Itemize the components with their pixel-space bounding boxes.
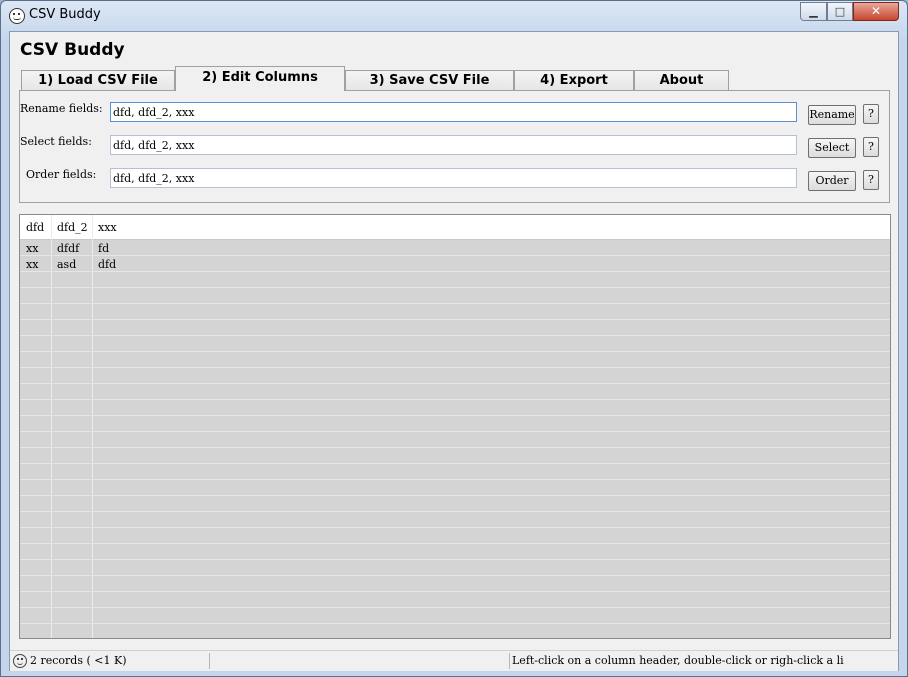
table-cell[interactable]: fd [98, 242, 109, 255]
tab-edit-columns[interactable]: 2) Edit Columns [175, 66, 345, 91]
grid-row-line [20, 463, 890, 464]
status-divider [509, 653, 510, 669]
rename-help-button[interactable]: ? [863, 104, 879, 124]
grid-row-line [20, 399, 890, 400]
edit-columns-panel: Rename fields: dfd, dfd_2, xxx Rename ? … [19, 90, 890, 203]
table-cell[interactable]: xx [26, 258, 38, 271]
page-title: CSV Buddy [20, 40, 125, 60]
table-cell[interactable]: dfd [98, 258, 116, 271]
grid-row-line [20, 383, 890, 384]
minimize-button[interactable]: ▁ [800, 2, 827, 21]
column-header-dfd[interactable]: dfd [26, 221, 44, 234]
rename-fields-label: Rename fields: [20, 102, 103, 115]
grid-row-line [20, 623, 890, 624]
grid-row-line [20, 255, 890, 256]
grid-row-line [20, 543, 890, 544]
grid-row-line [20, 287, 890, 288]
client-area: CSV Buddy 1) Load CSV File 2) Edit Colum… [9, 31, 899, 671]
order-help-button[interactable]: ? [863, 170, 879, 190]
select-fields-label: Select fields: [20, 135, 92, 148]
table-cell[interactable]: dfdf [57, 242, 79, 255]
grid-row-line [20, 447, 890, 448]
select-button[interactable]: Select [808, 138, 856, 158]
grid-row-line [20, 559, 890, 560]
maximize-button[interactable]: □ [827, 2, 853, 21]
select-fields-input[interactable]: dfd, dfd_2, xxx [110, 135, 797, 155]
grid-row-line [20, 511, 890, 512]
rename-button[interactable]: Rename [808, 105, 856, 125]
record-count: 2 records ( <1 K) [30, 654, 127, 667]
tab-export[interactable]: 4) Export [514, 70, 634, 90]
column-header-dfd-2[interactable]: dfd_2 [57, 221, 88, 234]
table-cell[interactable]: xx [26, 242, 38, 255]
close-button[interactable]: ✕ [853, 2, 899, 21]
grid-header: dfd dfd_2 xxx [20, 215, 890, 240]
app-logo-icon [13, 654, 27, 668]
grid-row-line [20, 575, 890, 576]
status-hint: Left-click on a column header, double-cl… [512, 654, 844, 667]
column-header-xxx[interactable]: xxx [98, 221, 117, 234]
grid-row-line [20, 335, 890, 336]
rename-fields-input[interactable]: dfd, dfd_2, xxx [110, 102, 797, 122]
grid-row-line [20, 591, 890, 592]
minimize-icon: ▁ [809, 5, 818, 18]
grid-row-line [20, 431, 890, 432]
grid-row-line [20, 303, 890, 304]
status-divider [209, 653, 210, 669]
order-button[interactable]: Order [808, 171, 856, 191]
order-fields-label: Order fields: [26, 168, 97, 181]
tab-load-csv-file[interactable]: 1) Load CSV File [21, 70, 175, 90]
title-bar: CSV Buddy ▁ □ ✕ [1, 1, 907, 31]
data-grid[interactable]: dfd dfd_2 xxx xx dfdf fd xx asd dfd [19, 214, 891, 639]
status-bar: 2 records ( <1 K) Left-click on a column… [10, 650, 898, 671]
app-window: CSV Buddy ▁ □ ✕ CSV Buddy 1) Load CSV Fi… [0, 0, 908, 677]
close-icon: ✕ [870, 4, 882, 18]
app-logo-icon [9, 8, 25, 24]
window-title: CSV Buddy [29, 7, 101, 22]
order-fields-input[interactable]: dfd, dfd_2, xxx [110, 168, 797, 188]
tab-about[interactable]: About [634, 70, 729, 90]
grid-row-line [20, 351, 890, 352]
select-help-button[interactable]: ? [863, 137, 879, 157]
grid-row-line [20, 527, 890, 528]
grid-row-line [20, 271, 890, 272]
grid-row-line [20, 479, 890, 480]
grid-row-line [20, 319, 890, 320]
grid-row-line [20, 415, 890, 416]
grid-row-line [20, 367, 890, 368]
maximize-icon: □ [834, 5, 846, 18]
grid-row-line [20, 607, 890, 608]
tab-save-csv-file[interactable]: 3) Save CSV File [345, 70, 514, 90]
table-cell[interactable]: asd [57, 258, 76, 271]
grid-row-line [20, 495, 890, 496]
